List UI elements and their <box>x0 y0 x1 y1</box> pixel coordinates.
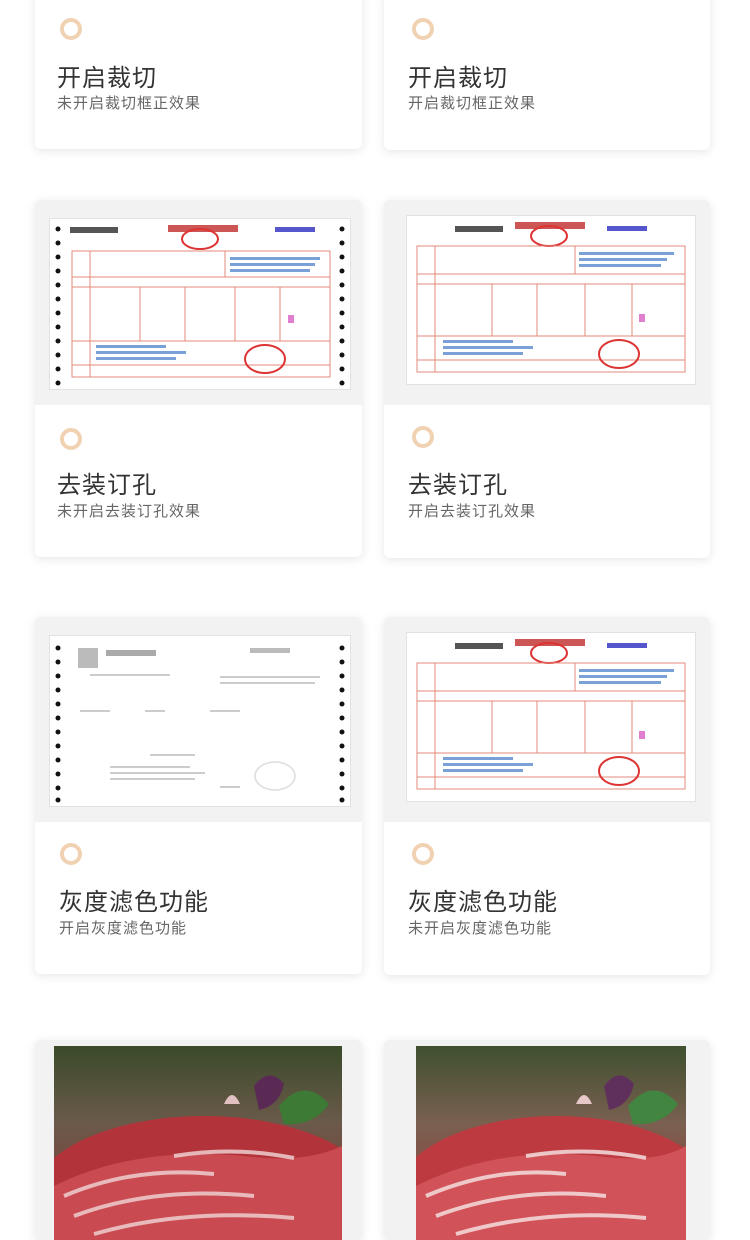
feature-title: 开启裁切 <box>408 64 508 92</box>
feature-card-photo-right[interactable] <box>384 1040 710 1240</box>
feature-description: 未开启灰度滤色功能 <box>408 919 553 937</box>
option-radio[interactable] <box>60 843 82 865</box>
feature-description: 开启灰度滤色功能 <box>59 919 188 937</box>
option-radio[interactable] <box>60 18 82 40</box>
feature-description: 未开启裁切框正效果 <box>57 94 202 112</box>
feature-card-binding-hole-off[interactable]: 去装订孔 未开启去装订孔效果 <box>35 200 362 557</box>
feature-title: 灰度滤色功能 <box>59 888 209 916</box>
feature-card-photo-left[interactable] <box>35 1040 362 1240</box>
meat-photo <box>54 1046 342 1240</box>
invoice-image <box>406 632 696 802</box>
invoice-image <box>406 215 696 385</box>
option-radio[interactable] <box>412 18 434 40</box>
feature-description: 未开启去装订孔效果 <box>57 502 202 520</box>
option-radio[interactable] <box>412 426 434 448</box>
feature-description: 开启裁切框正效果 <box>408 94 537 112</box>
feature-title: 去装订孔 <box>408 471 508 499</box>
feature-card-binding-hole-on[interactable]: 去装订孔 开启去装订孔效果 <box>384 200 710 558</box>
feature-title: 开启裁切 <box>57 64 157 92</box>
feature-description: 开启去装订孔效果 <box>408 502 537 520</box>
feature-card-crop-on[interactable]: 开启裁切 开启裁切框正效果 <box>384 0 710 150</box>
feature-title: 灰度滤色功能 <box>408 888 558 916</box>
invoice-image <box>49 218 351 390</box>
feature-card-crop-off[interactable]: 开启裁切 未开启裁切框正效果 <box>35 0 362 149</box>
preview-image <box>35 617 362 822</box>
preview-image <box>384 1040 710 1240</box>
option-radio[interactable] <box>412 843 434 865</box>
preview-image <box>384 200 710 405</box>
invoice-image <box>49 635 351 807</box>
option-radio[interactable] <box>60 428 82 450</box>
meat-photo <box>416 1046 686 1240</box>
preview-image <box>384 617 710 822</box>
preview-image <box>35 1040 362 1240</box>
preview-image <box>35 200 362 405</box>
feature-title: 去装订孔 <box>57 471 157 499</box>
feature-card-grayscale-on[interactable]: 灰度滤色功能 开启灰度滤色功能 <box>35 617 362 974</box>
feature-card-grayscale-off[interactable]: 灰度滤色功能 未开启灰度滤色功能 <box>384 617 710 975</box>
